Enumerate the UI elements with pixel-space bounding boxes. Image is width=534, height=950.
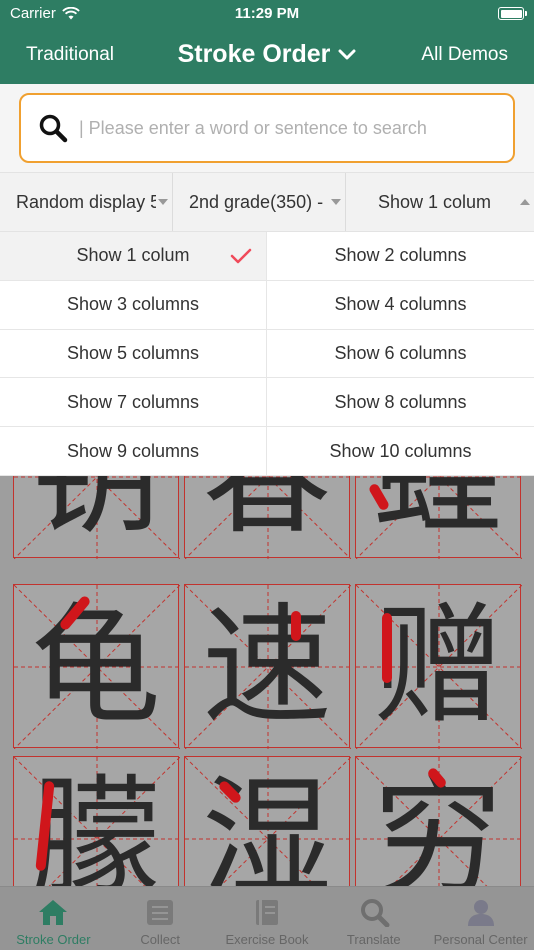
page-title: Stroke Order [177,40,331,68]
option-show-9-columns[interactable]: Show 9 columns [0,427,267,476]
character-cell[interactable]: 钥 [13,476,180,559]
caret-down-icon [158,199,168,205]
character-glyph: 速 [201,590,332,742]
tab-exercise-book[interactable]: Exercise Book [214,887,321,950]
option-show-6-columns[interactable]: Show 6 columns [267,330,534,379]
character-cell[interactable]: 春 [184,476,351,559]
search-icon [360,899,390,927]
display-mode-label: Random display 5 [16,191,156,212]
columns-label: Show 1 colum [378,191,492,212]
character-glyph: 龟 [30,590,161,742]
character-cell[interactable]: 龟 [13,584,180,749]
character-glyph: 蝗 [372,476,503,552]
option-show-5-columns[interactable]: Show 5 columns [0,329,267,379]
option-show-7-columns[interactable]: Show 7 columns [0,378,267,428]
option-show-10-columns[interactable]: Show 10 columns [267,427,534,476]
option-show-8-columns[interactable]: Show 8 columns [267,378,534,428]
option-show-2-columns[interactable]: Show 2 columns [267,232,534,281]
character-glyph: 湿 [201,762,332,886]
option-label: Show 6 columns [334,342,467,363]
tab-label: Collect [140,932,181,947]
search-area [0,84,534,172]
search-icon [39,114,68,143]
filter-bar: Random display 5 2nd grade(350) - 1 Show… [0,172,534,232]
grade-filter[interactable]: 2nd grade(350) - 1 [172,173,345,231]
status-bar: Carrier 11:29 PM [0,0,534,28]
character-cell[interactable]: 蝗 [355,476,522,559]
tab-translate[interactable]: Translate [320,887,427,950]
tab-bar: Stroke Order Collect Exercise Book Trans… [0,886,534,950]
battery-icon [498,7,527,20]
character-cell[interactable]: 穷 [355,756,522,886]
character-cell[interactable]: 朦 [13,756,180,886]
option-label: Show 7 columns [66,391,200,412]
option-label: Show 1 colum [76,245,190,266]
list-icon [147,900,174,925]
all-demos-button[interactable]: All Demos [421,44,508,66]
chevron-down-icon [338,49,356,59]
option-show-3-columns[interactable]: Show 3 columns [0,280,267,330]
person-icon [467,900,494,926]
option-label: Show 5 columns [66,342,200,363]
book-icon [255,900,278,925]
columns-dropdown: Show 1 colum Show 2 columns Show 3 colum… [0,232,534,476]
home-icon [39,900,68,925]
search-input[interactable] [79,117,499,139]
highlighted-stroke [291,611,301,641]
option-label: Show 8 columns [334,391,467,412]
option-label: Show 10 columns [329,440,472,461]
character-cell[interactable]: 赠 [355,584,522,749]
caret-up-icon [520,199,530,205]
tab-label: Translate [346,932,401,947]
highlighted-stroke [382,613,392,683]
option-label: Show 2 columns [334,245,467,266]
caret-down-icon [331,199,341,205]
search-box[interactable] [19,93,515,163]
character-glyph: 赠 [372,590,503,742]
option-label: Show 3 columns [66,294,200,315]
nav-bar: Traditional Stroke Order All Demos [0,28,534,84]
tab-personal-center[interactable]: Personal Center [427,887,534,950]
grade-label: 2nd grade(350) - 1 [189,191,329,212]
character-glyph: 钥 [30,476,161,552]
status-time: 11:29 PM [234,5,300,22]
tab-stroke-order[interactable]: Stroke Order [0,887,107,950]
tab-collect[interactable]: Collect [107,887,214,950]
character-cell[interactable]: 速 [184,584,351,749]
option-show-4-columns[interactable]: Show 4 columns [267,281,534,330]
option-show-1-column[interactable]: Show 1 colum [0,232,267,281]
option-label: Show 9 columns [66,440,200,461]
character-cell[interactable]: 湿 [184,756,351,886]
columns-filter[interactable]: Show 1 colum [345,173,534,231]
tab-label: Exercise Book [225,932,309,947]
tab-label: Stroke Order [16,932,91,947]
character-glyph: 春 [201,476,332,552]
tab-label: Personal Center [433,932,528,947]
display-mode-filter[interactable]: Random display 5 [0,173,172,231]
checkmark-icon [230,248,252,264]
character-grid: 钥 春 蝗 龟 速 赠 朦 湿 穷 [0,476,534,886]
option-label: Show 4 columns [334,294,467,315]
